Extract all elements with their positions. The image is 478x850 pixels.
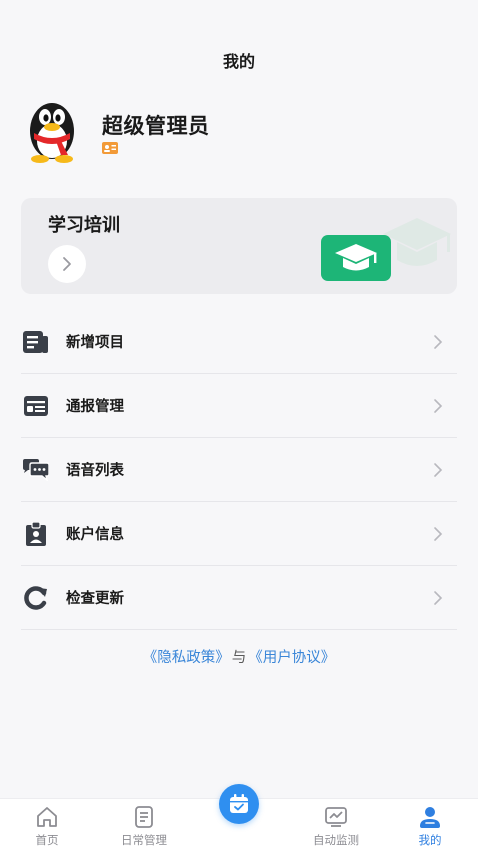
link-separator: 与 [231,650,247,666]
chat-bubbles-icon [23,458,49,481]
menu-item-label: 新增项目 [66,335,124,351]
user-agreement-link[interactable]: 《用户协议》 [248,650,335,666]
menu-item-add-project[interactable]: 新增项目 [21,310,457,374]
tab-daily-management[interactable]: 日常管理 [99,799,189,850]
training-card-arrow-button[interactable] [48,245,86,283]
calendar-check-icon [230,794,248,813]
home-icon [37,807,57,827]
tab-label: 我的 [418,833,442,847]
chevron-right-icon [434,399,443,413]
clipboard-user-icon [26,521,46,546]
tab-auto-monitoring[interactable]: 自动监测 [291,799,381,850]
tab-home[interactable]: 首页 [2,799,92,850]
training-card[interactable]: 学习培训 [21,198,457,294]
chevron-right-icon [434,527,443,541]
menu-item-report-management[interactable]: 通报管理 [21,374,457,438]
profile-section: 超级管理员 [22,97,462,165]
chevron-right-icon [434,463,443,477]
menu-list: 新增项目 通报管理 语音列表 账户信息 检查更新 [21,310,457,630]
refresh-icon [24,585,47,610]
user-icon [420,807,440,828]
menu-item-label: 通报管理 [66,399,124,415]
tab-label: 首页 [35,833,59,847]
username: 超级管理员 [102,114,210,138]
monitor-icon [325,807,347,827]
menu-item-voice-list[interactable]: 语音列表 [21,438,457,502]
menu-item-label: 检查更新 [66,591,124,607]
graduation-cap-icon [321,235,391,281]
tab-label: 自动监测 [313,833,359,847]
id-card-icon [24,395,48,416]
list-icon [135,806,153,828]
document-icon [23,330,48,353]
privacy-policy-link[interactable]: 《隐私政策》 [143,650,230,666]
tab-label: 日常管理 [121,833,167,847]
chevron-right-icon [434,591,443,605]
page-title: 我的 [222,52,255,71]
agreement-links: 《隐私政策》与《用户协议》 [0,646,478,667]
center-action-button[interactable] [219,784,259,824]
training-card-title: 学习培训 [48,215,120,236]
avatar[interactable] [22,97,82,163]
tab-mine[interactable]: 我的 [385,799,475,850]
chevron-right-icon [63,257,71,271]
chevron-right-icon [434,335,443,349]
menu-item-account-info[interactable]: 账户信息 [21,502,457,566]
menu-item-check-update[interactable]: 检查更新 [21,566,457,630]
role-badge-icon [102,142,118,154]
menu-item-label: 账户信息 [66,527,124,543]
bottom-tab-bar: 首页 日常管理 自动监测 我的 [0,784,478,850]
menu-item-label: 语音列表 [66,463,124,479]
